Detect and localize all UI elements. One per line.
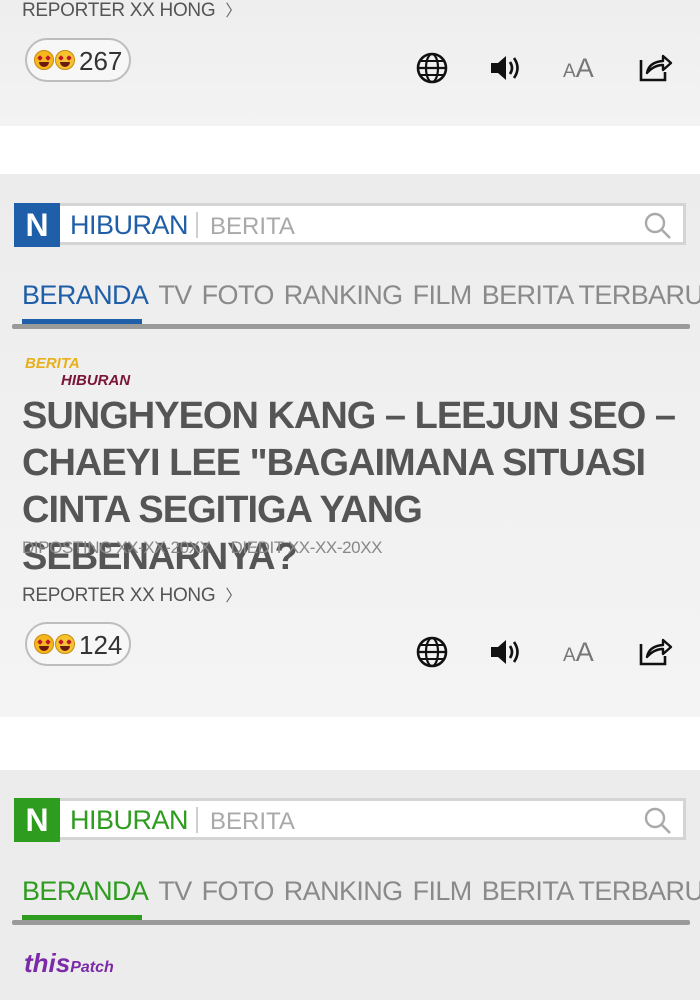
reaction-button[interactable]: 124 — [25, 622, 131, 666]
tab-berita-terbaru[interactable]: BERITA TERBARU — [482, 280, 700, 310]
reaction-button[interactable]: 267 — [25, 38, 131, 82]
chevron-right-icon: 〉 — [225, 3, 242, 20]
berita-hiburan-badge: BERITA HIBURAN — [25, 355, 131, 389]
globe-icon[interactable] — [414, 634, 450, 670]
heart-eyes-emoji-icon — [34, 50, 54, 70]
article-footer-top: REPORTER XX HONG 〉 267 AA — [0, 0, 700, 126]
speaker-icon[interactable] — [488, 634, 524, 670]
search-icon[interactable] — [643, 806, 673, 836]
reaction-count: 124 — [79, 630, 123, 660]
tab-beranda[interactable]: BERANDA — [22, 876, 149, 906]
section-category: HIBURAN — [70, 805, 189, 835]
tab-ranking[interactable]: RANKING — [284, 280, 403, 310]
share-icon[interactable] — [637, 48, 673, 84]
posted-date: DIPOSTING XX-XX-20XX — [22, 538, 211, 557]
active-tab-indicator — [22, 319, 142, 324]
reporter-link[interactable]: REPORTER XX HONG 〉 — [22, 582, 241, 607]
font-size-icon[interactable]: AA — [563, 53, 594, 84]
divider — [196, 807, 198, 833]
share-icon[interactable] — [637, 632, 673, 668]
laughing-emoji-icon — [55, 50, 75, 70]
reaction-count: 267 — [79, 46, 123, 76]
section-subcategory: BERITA — [210, 808, 295, 835]
nav-bar: BERANDA TV FOTO RANKING FILM BERITA TERBARU — [22, 280, 700, 311]
tab-film[interactable]: FILM — [413, 876, 473, 906]
edited-date: DIEDIT XX-XX-20XX — [230, 538, 383, 557]
nav-divider — [12, 324, 690, 329]
tab-tv[interactable]: TV — [158, 280, 192, 310]
this-patch-badge: thisPatch — [24, 948, 114, 978]
news-logo[interactable]: N — [14, 798, 60, 842]
tab-beranda[interactable]: BERANDA — [22, 280, 149, 310]
article-dates: DIPOSTING XX-XX-20XX DIEDIT XX-XX-20XX — [22, 538, 383, 558]
tab-foto[interactable]: FOTO — [202, 280, 275, 310]
section-category: HIBURAN — [70, 210, 189, 240]
reporter-link[interactable]: REPORTER XX HONG 〉 — [22, 0, 241, 22]
laughing-emoji-icon — [55, 634, 75, 654]
tab-ranking[interactable]: RANKING — [284, 876, 403, 906]
nav-bar: BERANDA TV FOTO RANKING FILM BERITA TERBARU — [22, 876, 700, 907]
tab-foto[interactable]: FOTO — [202, 876, 275, 906]
reporter-name: REPORTER XX HONG — [22, 0, 216, 21]
reporter-name: REPORTER XX HONG — [22, 585, 216, 606]
nav-divider — [12, 920, 690, 925]
section-subcategory: BERITA — [210, 213, 295, 240]
active-tab-indicator — [22, 915, 142, 920]
news-logo[interactable]: N — [14, 203, 60, 247]
font-size-icon[interactable]: AA — [563, 637, 594, 668]
search-icon[interactable] — [643, 211, 673, 241]
tab-film[interactable]: FILM — [413, 280, 473, 310]
speaker-icon[interactable] — [488, 50, 524, 86]
globe-icon[interactable] — [414, 50, 450, 86]
tab-berita-terbaru[interactable]: BERITA TERBARU — [482, 876, 700, 906]
search-bar[interactable]: HIBURAN BERITA — [60, 798, 686, 840]
tab-tv[interactable]: TV — [158, 876, 192, 906]
chevron-right-icon: 〉 — [225, 588, 242, 605]
heart-eyes-emoji-icon — [34, 634, 54, 654]
search-bar[interactable]: HIBURAN BERITA — [60, 203, 686, 245]
divider — [196, 212, 198, 238]
